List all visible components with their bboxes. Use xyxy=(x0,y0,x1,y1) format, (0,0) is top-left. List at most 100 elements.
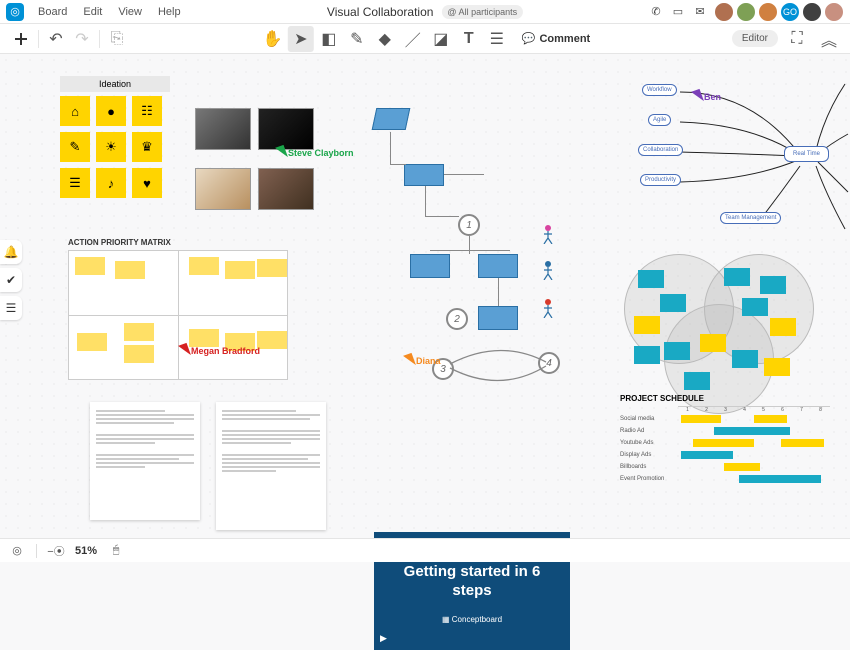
sticky-note[interactable]: ♪ xyxy=(96,168,126,198)
image-thumb[interactable] xyxy=(258,108,314,150)
menu-edit[interactable]: Edit xyxy=(75,6,110,18)
text-tool-icon[interactable]: T xyxy=(456,26,482,52)
present-icon[interactable]: ▭ xyxy=(670,4,686,20)
chat-icon[interactable]: ✉ xyxy=(692,4,708,20)
venn-note[interactable] xyxy=(660,294,686,312)
line-tool-icon[interactable]: ／ xyxy=(400,26,426,52)
notifications-button[interactable]: 🔔 xyxy=(0,240,22,264)
sticky-note[interactable]: ☰ xyxy=(60,168,90,198)
avatar[interactable] xyxy=(802,2,822,22)
venn-note[interactable] xyxy=(684,372,710,390)
remote-cursor-megan: Megan Bradford xyxy=(180,344,260,357)
venn-diagram[interactable] xyxy=(614,254,824,394)
mindmap-node[interactable]: Productivity xyxy=(640,174,681,186)
avatar[interactable] xyxy=(758,2,778,22)
matrix-note[interactable] xyxy=(189,257,219,275)
video-headline: Getting started in 6 steps xyxy=(382,563,562,601)
avatar[interactable]: GO xyxy=(780,2,800,22)
venn-note[interactable] xyxy=(760,276,786,294)
collapse-icon[interactable]: ︽ xyxy=(816,26,842,52)
select-tool-icon[interactable]: ➤ xyxy=(288,26,314,52)
image-thumb[interactable] xyxy=(258,168,314,210)
comment-button[interactable]: 💬 Comment xyxy=(522,32,590,45)
venn-note[interactable] xyxy=(634,316,660,334)
board-title[interactable]: Visual Collaboration xyxy=(327,5,434,19)
zoom-level[interactable]: 51% xyxy=(75,545,97,557)
sticky-note[interactable]: ⌂ xyxy=(60,96,90,126)
participants-badge[interactable]: @ All participants xyxy=(441,5,523,19)
venn-note[interactable] xyxy=(664,342,690,360)
undo-button[interactable]: ↶ xyxy=(43,26,69,52)
participant-avatars[interactable]: GO xyxy=(714,2,844,22)
image-thumb[interactable] xyxy=(195,108,251,150)
menu-view[interactable]: View xyxy=(110,6,150,18)
document-thumb[interactable] xyxy=(216,402,326,530)
role-badge[interactable]: Editor xyxy=(732,30,778,47)
pan-tool-icon[interactable]: ✋ xyxy=(260,26,286,52)
add-button[interactable] xyxy=(8,26,34,52)
action-matrix[interactable] xyxy=(68,250,288,380)
sticky-note[interactable]: ☀ xyxy=(96,132,126,162)
image-thumb[interactable] xyxy=(195,168,251,210)
person-icon xyxy=(542,298,554,318)
venn-note[interactable] xyxy=(634,346,660,364)
ideation-stickies[interactable]: ⌂ ● ☷ ✎ ☀ ♛ ☰ ♪ ♥ xyxy=(60,96,162,198)
remote-cursor-ben: Ben xyxy=(693,90,721,103)
call-icon[interactable]: ✆ xyxy=(648,4,664,20)
matrix-note[interactable] xyxy=(124,345,154,363)
venn-note[interactable] xyxy=(700,334,726,352)
mindmap[interactable]: Workflow Agile Collaboration Productivit… xyxy=(630,74,850,234)
matrix-note[interactable] xyxy=(75,257,105,275)
brand-icon: ▦ xyxy=(442,615,450,624)
matrix-note[interactable] xyxy=(124,323,154,341)
matrix-note[interactable] xyxy=(115,261,145,279)
mindmap-node[interactable]: Agile xyxy=(648,114,671,126)
eraser-tool-icon[interactable]: ◧ xyxy=(316,26,342,52)
mindmap-node[interactable]: Team Management xyxy=(720,212,781,224)
sticky-note[interactable]: ☷ xyxy=(132,96,162,126)
redo-button[interactable]: ↷ xyxy=(69,26,95,52)
menu-board[interactable]: Board xyxy=(30,6,75,18)
venn-note[interactable] xyxy=(724,268,750,286)
mindmap-center[interactable]: Real Time xyxy=(784,146,829,162)
gantt-chart[interactable]: 12345678 Social media Radio Ad Youtube A… xyxy=(620,406,830,485)
avatar[interactable] xyxy=(824,2,844,22)
mindmap-node[interactable]: Collaboration xyxy=(638,144,683,156)
app-logo[interactable]: ◎ xyxy=(6,3,24,21)
play-icon[interactable]: ▶ xyxy=(380,633,387,644)
matrix-note[interactable] xyxy=(77,333,107,351)
sticky-note[interactable]: ♥ xyxy=(132,168,162,198)
matrix-note[interactable] xyxy=(257,259,287,277)
marker-tool-icon[interactable]: ◆ xyxy=(372,26,398,52)
person-icon xyxy=(542,260,554,280)
shape-tool-icon[interactable]: ◪ xyxy=(428,26,454,52)
mindmap-node[interactable]: Workflow xyxy=(642,84,677,96)
pen-tool-icon[interactable]: ✎ xyxy=(344,26,370,52)
avatar[interactable] xyxy=(714,2,734,22)
sticky-note[interactable]: ● xyxy=(96,96,126,126)
fullscreen-icon[interactable]: ⛶ xyxy=(784,26,810,52)
matrix-note[interactable] xyxy=(225,261,255,279)
menu-help[interactable]: Help xyxy=(150,6,189,18)
comment-icon: 💬 xyxy=(522,32,536,45)
compass-icon[interactable]: ◎ xyxy=(8,542,26,560)
sticky-note[interactable]: ✎ xyxy=(60,132,90,162)
venn-note[interactable] xyxy=(770,318,796,336)
board-canvas[interactable]: Ideation ⌂ ● ☷ ✎ ☀ ♛ ☰ ♪ ♥ Steve Claybor… xyxy=(0,54,850,538)
flowchart[interactable]: 1 2 3 4 xyxy=(350,94,570,374)
venn-note[interactable] xyxy=(732,350,758,368)
venn-note[interactable] xyxy=(742,298,768,316)
document-thumb[interactable] xyxy=(90,402,200,520)
tasks-button[interactable]: ✔ xyxy=(0,268,22,292)
matrix-note[interactable] xyxy=(257,331,287,349)
venn-note[interactable] xyxy=(764,358,790,376)
mouse-mode-icon[interactable]: 🖱 xyxy=(107,542,125,560)
venn-note[interactable] xyxy=(638,270,664,288)
sticky-tool-icon[interactable]: ☰ xyxy=(484,26,510,52)
zoom-out-button[interactable]: −⦿ xyxy=(47,542,65,560)
outline-button[interactable]: ☰ xyxy=(0,296,22,320)
format-painter-icon[interactable]: ⎘ xyxy=(104,26,130,52)
sticky-note[interactable]: ♛ xyxy=(132,132,162,162)
avatar[interactable] xyxy=(736,2,756,22)
ideation-title: Ideation xyxy=(60,76,170,92)
